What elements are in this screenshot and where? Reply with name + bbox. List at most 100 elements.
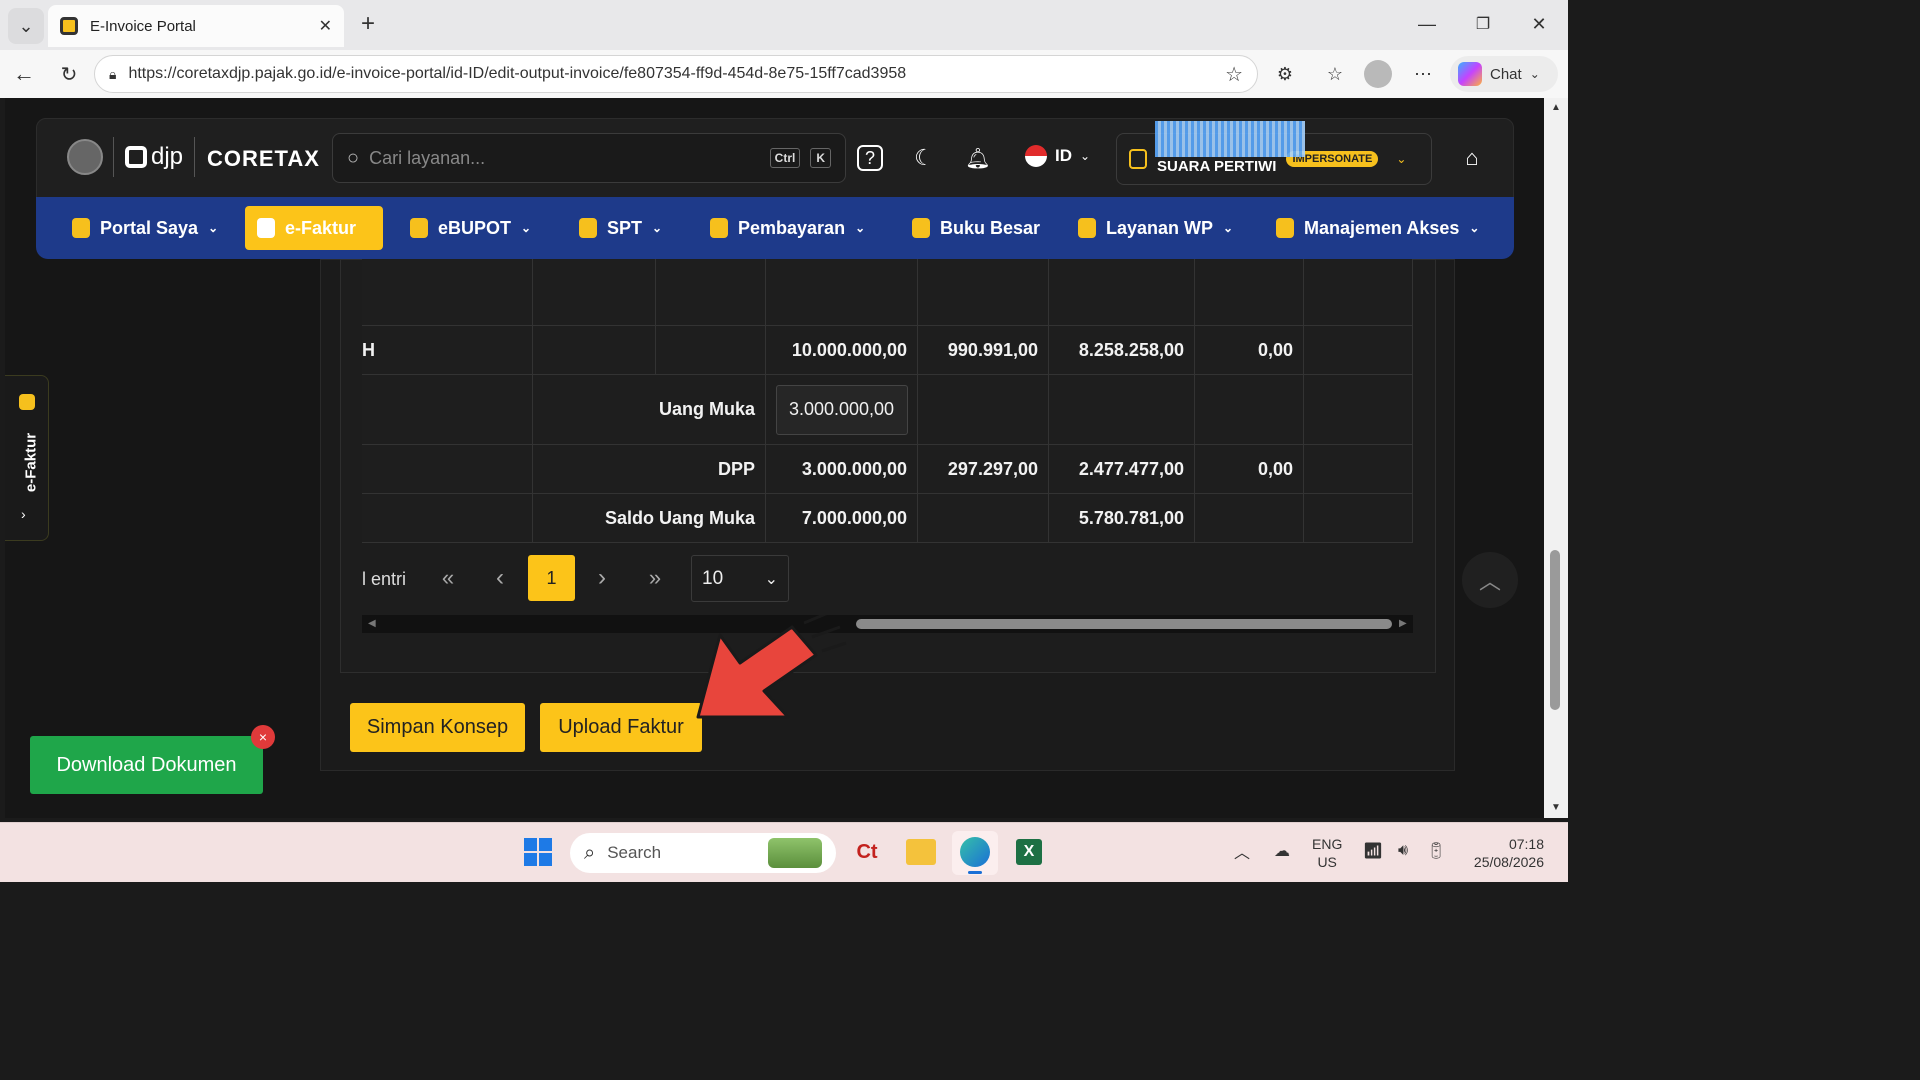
- scroll-right-icon[interactable]: ▶: [1399, 618, 1407, 629]
- favorite-star-icon[interactable]: ☆: [1225, 62, 1243, 87]
- chevron-down-icon: ⌄: [521, 221, 532, 235]
- saldo-label: Saldo Uang Muka: [533, 494, 766, 543]
- menu-label: Pembayaran: [738, 217, 846, 238]
- government-emblem-logo: [67, 139, 103, 175]
- tab-list-chevron-icon[interactable]: ⌄: [8, 8, 44, 44]
- help-icon[interactable]: ?: [857, 145, 883, 171]
- efaktur-side-icon: [19, 394, 35, 410]
- clock-date: 25/08/2026: [1473, 854, 1544, 870]
- volume-icon[interactable]: 🔊︎: [1392, 841, 1414, 861]
- favorites-icon[interactable]: ☆: [1322, 61, 1348, 87]
- page-size-chevron-icon: ⌄: [764, 570, 778, 588]
- lang-line2: US: [1317, 854, 1337, 870]
- excel-icon[interactable]: X: [1016, 839, 1042, 865]
- copilot-icon: [1458, 62, 1482, 86]
- copilot-chat-button[interactable]: Chat ⌄: [1450, 56, 1558, 92]
- more-options-icon[interactable]: ⋯: [1410, 61, 1436, 87]
- prev-page-icon[interactable]: ‹: [490, 564, 510, 591]
- download-close-icon[interactable]: ×: [251, 725, 275, 749]
- favicon-icon: [60, 17, 78, 35]
- next-page-icon[interactable]: ›: [592, 564, 612, 591]
- table-horizontal-scrollbar[interactable]: ◀ ▶: [362, 615, 1413, 633]
- tab-title: E-Invoice Portal: [90, 17, 196, 35]
- back-icon[interactable]: ←: [12, 61, 36, 86]
- window-close-icon[interactable]: ✕: [1528, 12, 1550, 36]
- menu-spt[interactable]: SPT ⌄: [567, 206, 674, 250]
- scroll-to-top-button[interactable]: ︿: [1462, 552, 1518, 608]
- efaktur-icon: [257, 218, 275, 238]
- windows-start-icon[interactable]: [524, 838, 552, 866]
- djp-brand-text: djp: [151, 143, 184, 170]
- chevron-down-icon: ⌄: [1223, 221, 1234, 235]
- taskbar-search[interactable]: ⌕ Search: [570, 833, 836, 873]
- payment-icon: [710, 218, 728, 238]
- menu-label: Portal Saya: [100, 217, 199, 238]
- services-grid-icon: [1078, 218, 1096, 238]
- minimize-icon[interactable]: —: [1416, 12, 1438, 36]
- clock[interactable]: 07:18 25/08/2026: [1466, 835, 1544, 871]
- wifi-icon[interactable]: 📶︎: [1362, 841, 1384, 861]
- scroll-down-icon[interactable]: ▼: [1548, 800, 1564, 814]
- total-cell: 8.258.258,00: [1049, 326, 1195, 375]
- dpp-cell: 3.000.000,00: [766, 445, 918, 494]
- battery-icon[interactable]: 🔋︎: [1424, 841, 1448, 861]
- restore-icon[interactable]: ❐: [1472, 12, 1494, 36]
- home-icon[interactable]: ⌂: [1459, 145, 1485, 171]
- menu-label: Layanan WP: [1106, 217, 1214, 238]
- side-tab-e-faktur[interactable]: e-Faktur ›: [5, 375, 49, 541]
- onedrive-sync-icon[interactable]: ☁: [1270, 841, 1294, 861]
- menu-layanan-wp[interactable]: Layanan WP ⌄: [1066, 206, 1245, 250]
- language-selector[interactable]: ID ⌄: [1025, 145, 1090, 167]
- user-badge-icon: [1129, 149, 1147, 169]
- service-search-input[interactable]: ○ Cari layanan... Ctrl K: [332, 133, 846, 183]
- edge-taskbar-button[interactable]: [952, 831, 998, 875]
- profile-avatar[interactable]: [1364, 60, 1392, 88]
- total-cell: 0,00: [1195, 326, 1304, 375]
- page-scrollbar[interactable]: ▲ ▼: [1544, 98, 1568, 818]
- tray-overflow-chevron-icon[interactable]: ︿: [1232, 841, 1252, 862]
- uang-muka-input[interactable]: 3.000.000,00: [775, 384, 908, 435]
- last-page-icon[interactable]: »: [643, 565, 667, 590]
- keyboard-language[interactable]: ENG US: [1312, 835, 1342, 871]
- page-size-value: 10: [702, 567, 724, 589]
- notification-bell-icon[interactable]: 🔔︎: [965, 145, 991, 171]
- coretax-app-icon[interactable]: Ct: [852, 837, 882, 867]
- side-tab-chevron-icon: ›: [21, 506, 26, 522]
- taskbar-search-icon: ⌕: [584, 841, 596, 864]
- menu-buku-besar[interactable]: Buku Besar: [900, 206, 1052, 250]
- taskbar-search-placeholder: Search: [607, 843, 662, 862]
- download-dokumen-button[interactable]: Download Dokumen: [30, 736, 263, 794]
- search-icon: ○: [347, 146, 360, 169]
- dpp-cell: 2.477.477,00: [1049, 445, 1195, 494]
- tab-close-icon[interactable]: ✕: [319, 16, 332, 36]
- scroll-up-icon[interactable]: ▲: [1548, 100, 1564, 114]
- app-header: djp CORETAX ○ Cari layanan... Ctrl K ? ☾…: [36, 118, 1514, 198]
- menu-pembayaran[interactable]: Pembayaran ⌄: [698, 206, 877, 250]
- side-tab-label: e-Faktur: [22, 432, 40, 493]
- scroll-left-icon[interactable]: ◀: [368, 618, 376, 629]
- extensions-icon[interactable]: ⚙: [1272, 61, 1298, 87]
- table-scroll-thumb[interactable]: [856, 619, 1392, 629]
- lock-icon: 🔒︎: [109, 65, 117, 82]
- address-bar[interactable]: 🔒︎ https://coretaxdjp.pajak.go.id/e-invo…: [94, 55, 1258, 93]
- browser-tab[interactable]: E-Invoice Portal ✕: [48, 5, 344, 47]
- page-size-select[interactable]: 10 ⌄: [691, 555, 789, 602]
- menu-e-faktur[interactable]: e-Faktur: [245, 206, 383, 250]
- new-tab-icon[interactable]: +: [356, 10, 380, 37]
- djp-logo: djp: [125, 143, 183, 171]
- simpan-konsep-button[interactable]: Simpan Konsep: [350, 703, 525, 752]
- annotation-arrow: [696, 615, 847, 719]
- lang-line1: ENG: [1312, 836, 1343, 852]
- dark-mode-moon-icon[interactable]: ☾: [911, 145, 937, 171]
- upload-faktur-button[interactable]: Upload Faktur: [540, 703, 702, 752]
- page-scroll-thumb[interactable]: [1550, 550, 1560, 710]
- first-page-icon[interactable]: «: [436, 565, 460, 590]
- menu-manajemen-akses[interactable]: Manajemen Akses ⌄: [1264, 206, 1491, 250]
- reload-icon[interactable]: ↻: [57, 62, 81, 86]
- menu-portal-saya[interactable]: Portal Saya ⌄: [60, 206, 230, 250]
- file-explorer-icon[interactable]: [906, 839, 936, 865]
- coretax-logo: CORETAX: [207, 146, 320, 171]
- page-1-button[interactable]: 1: [528, 555, 575, 601]
- url-text: https://coretaxdjp.pajak.go.id/e-invoice…: [128, 65, 907, 82]
- menu-ebupot[interactable]: eBUPOT ⌄: [398, 206, 543, 250]
